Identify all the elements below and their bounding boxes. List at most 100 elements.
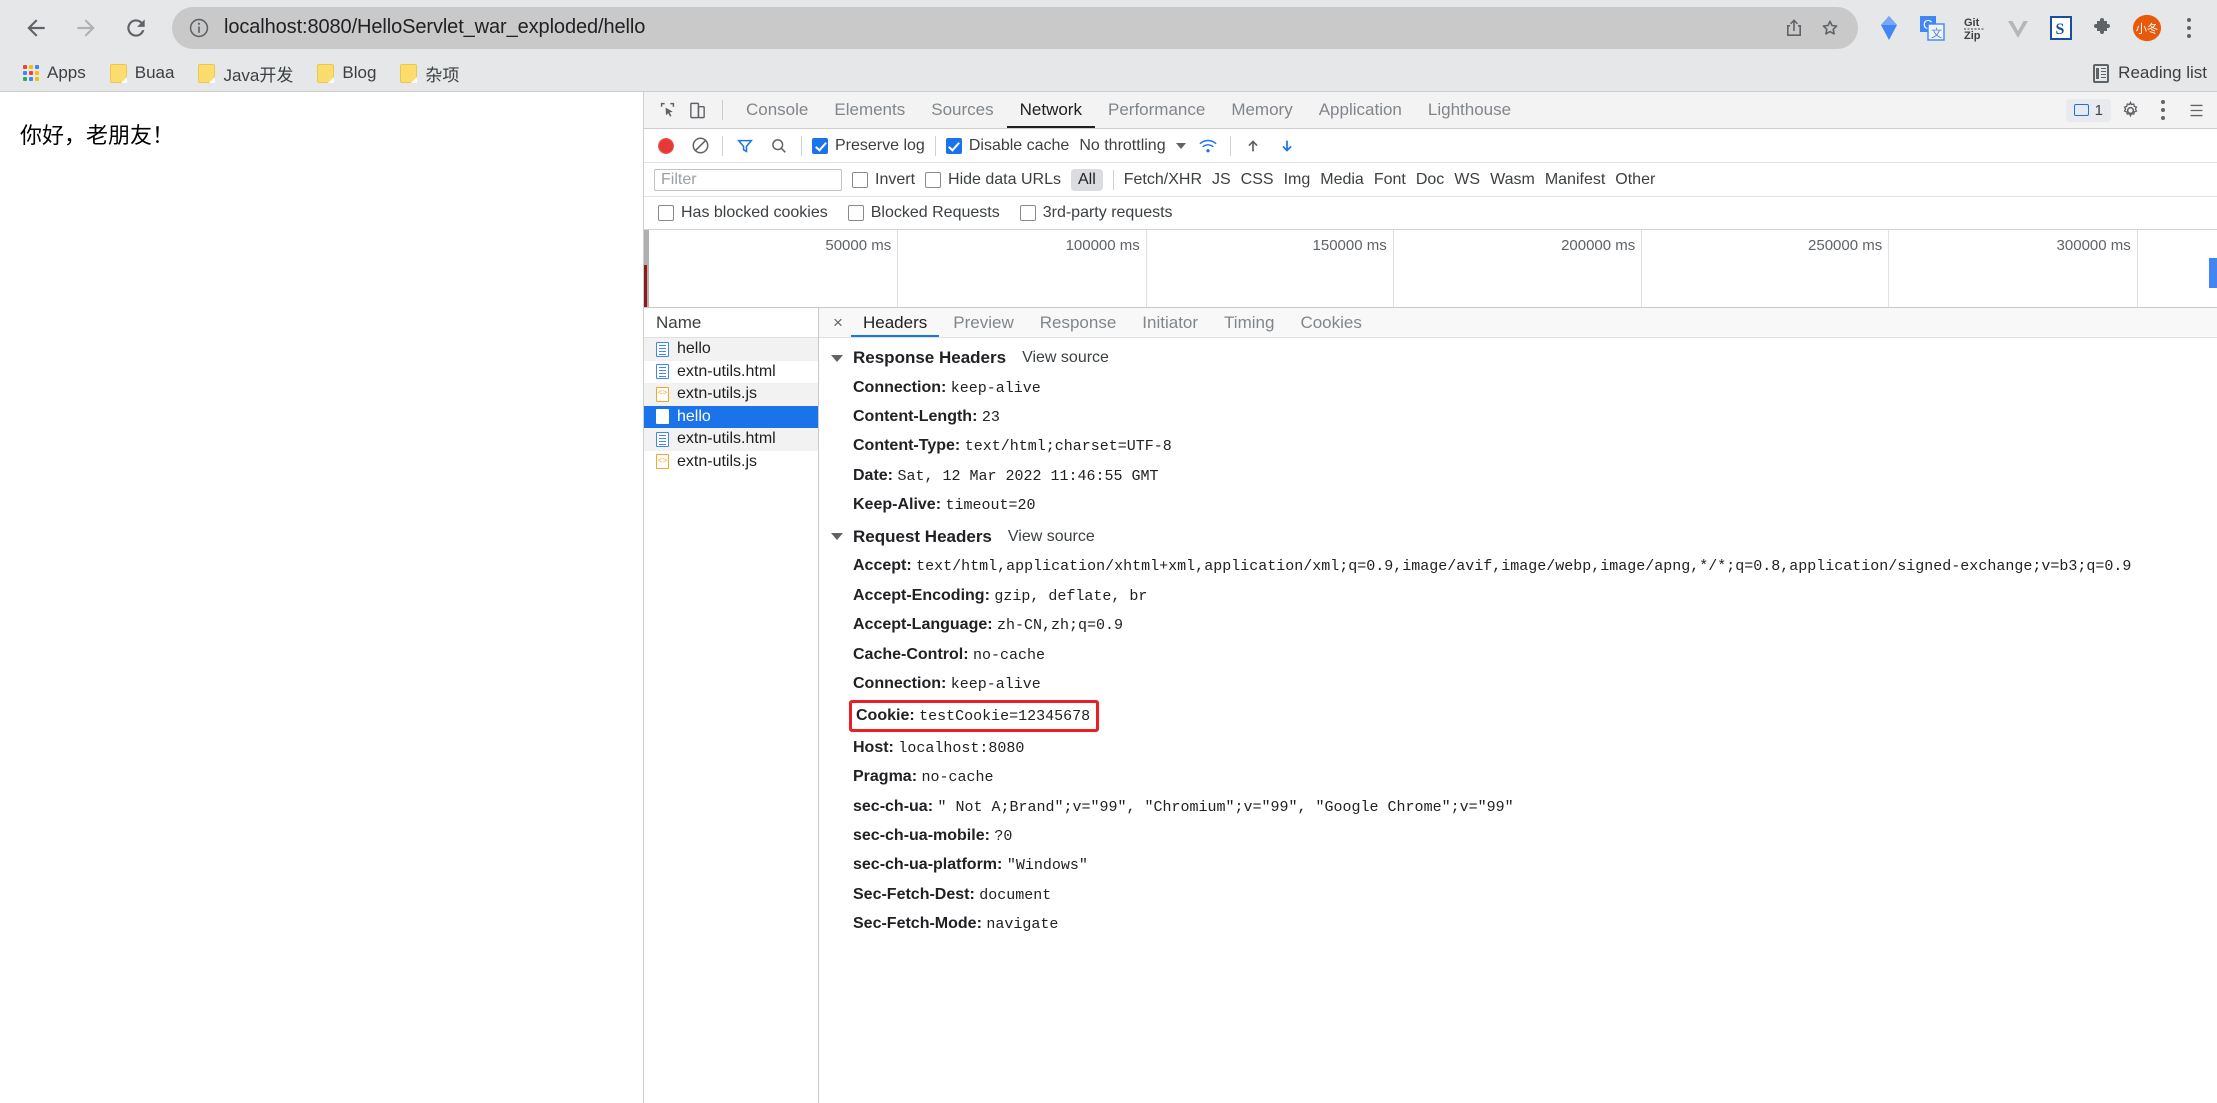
filter-type-ws[interactable]: WS (1454, 171, 1480, 189)
export-har-icon[interactable] (1275, 134, 1299, 158)
blocked-requests-label: Blocked Requests (870, 204, 1000, 221)
puzzle-extensions-icon[interactable] (2089, 13, 2119, 43)
bookmark-item-buaa[interactable]: Buaa (101, 60, 184, 86)
filter-type-media[interactable]: Media (1320, 171, 1364, 189)
table-row[interactable]: hello (644, 338, 818, 361)
hide-data-urls-checkbox[interactable]: Hide data URLs (925, 171, 1061, 189)
table-row-selected[interactable]: hello (644, 405, 818, 428)
third-party-requests-checkbox[interactable]: 3rd-party requests (1019, 204, 1173, 222)
tab-elements[interactable]: Elements (821, 92, 918, 128)
preserve-log-checkbox[interactable]: Preserve log (812, 137, 925, 155)
folder-icon (198, 63, 216, 83)
forward-button[interactable] (64, 6, 108, 50)
header-key: Keep-Alive: (853, 496, 942, 514)
blocked-requests-checkbox[interactable]: Blocked Requests (847, 204, 1000, 222)
share-icon[interactable] (1782, 16, 1806, 40)
request-headers-title[interactable]: Request Headers View source (819, 522, 2217, 552)
gem-extension-icon[interactable] (1874, 13, 1904, 43)
triangle-down-icon[interactable] (831, 533, 843, 541)
tab-lighthouse[interactable]: Lighthouse (1415, 92, 1524, 128)
header-key: sec-ch-ua: (853, 797, 934, 815)
filter-type-all[interactable]: All (1070, 168, 1103, 191)
inspect-element-icon[interactable] (652, 95, 682, 125)
filter-type-css[interactable]: CSS (1241, 171, 1274, 189)
devtools-tabbar: Console Elements Sources Network Perform… (644, 92, 2217, 129)
has-blocked-cookies-checkbox[interactable]: Has blocked cookies (658, 204, 828, 222)
close-icon[interactable]: × (827, 312, 849, 334)
profile-avatar[interactable]: 小冬 (2132, 13, 2162, 43)
table-row[interactable]: extn-utils.html (644, 361, 818, 384)
triangle-down-icon[interactable] (831, 354, 843, 362)
devtools-menu-icon[interactable] (2149, 93, 2177, 127)
overview-tick-label: 50000 ms (825, 237, 892, 254)
reload-button[interactable] (114, 6, 158, 50)
chevron-down-icon[interactable] (1175, 142, 1186, 149)
filter-input[interactable] (654, 168, 842, 191)
filter-type-doc[interactable]: Doc (1416, 171, 1444, 189)
network-conditions-icon[interactable] (1196, 134, 1220, 158)
checkbox-box (945, 137, 962, 154)
throttling-select[interactable]: No throttling (1079, 137, 1165, 155)
import-har-icon[interactable] (1241, 134, 1265, 158)
bookmark-item-blog[interactable]: Blog (308, 60, 385, 86)
svg-text:S: S (2056, 21, 2065, 38)
address-bar[interactable]: localhost:8080/HelloServlet_war_exploded… (172, 6, 1858, 49)
tab-preview[interactable]: Preview (941, 308, 1025, 337)
vue-devtools-extension-icon[interactable] (2003, 13, 2033, 43)
star-icon[interactable] (1818, 16, 1842, 40)
filter-icon[interactable] (733, 134, 757, 158)
clear-button[interactable] (688, 134, 712, 158)
filter-type-wasm[interactable]: Wasm (1490, 171, 1535, 189)
google-translate-extension-icon[interactable]: G文 (1917, 13, 1947, 43)
browser-menu-icon[interactable] (2175, 11, 2203, 45)
tab-memory[interactable]: Memory (1218, 92, 1305, 128)
request-name: extn-utils.html (677, 362, 776, 380)
gear-icon[interactable] (2115, 95, 2145, 125)
bookmark-item-misc[interactable]: 杂项 (391, 58, 468, 89)
has-blocked-cookies-label: Has blocked cookies (681, 204, 828, 221)
table-row[interactable]: <> extn-utils.js (644, 383, 818, 406)
bookmark-apps[interactable]: Apps (14, 60, 95, 86)
view-source-link[interactable]: View source (1008, 528, 1095, 546)
issues-badge[interactable]: 1 (2065, 98, 2111, 122)
gitzip-extension-icon[interactable]: Git Zip (1960, 13, 1990, 43)
table-row[interactable]: <> extn-utils.js (644, 451, 818, 474)
table-row[interactable]: extn-utils.html (644, 428, 818, 451)
network-overview-timeline[interactable]: 50000 ms 100000 ms 150000 ms 200000 ms 2… (644, 230, 2217, 308)
response-headers-title[interactable]: Response Headers View source (819, 343, 2217, 373)
tab-network[interactable]: Network (1007, 92, 1095, 128)
header-value: testCookie=12345678 (919, 707, 1091, 725)
reading-list-button[interactable]: Reading list (2093, 63, 2207, 83)
dock-side-icon[interactable] (2181, 95, 2211, 125)
disable-cache-checkbox[interactable]: Disable cache (945, 137, 1069, 155)
tab-console[interactable]: Console (733, 92, 821, 128)
view-source-link[interactable]: View source (1022, 349, 1109, 367)
tab-timing[interactable]: Timing (1212, 308, 1286, 337)
device-toolbar-icon[interactable] (682, 95, 712, 125)
back-button[interactable] (14, 6, 58, 50)
record-button[interactable] (654, 134, 678, 158)
filter-type-img[interactable]: Img (1284, 171, 1311, 189)
bookmark-item-java[interactable]: Java开发 (189, 58, 302, 89)
filter-type-font[interactable]: Font (1374, 171, 1406, 189)
tab-initiator[interactable]: Initiator (1130, 308, 1210, 337)
tab-headers[interactable]: Headers (851, 308, 939, 337)
filter-type-fetch-xhr[interactable]: Fetch/XHR (1124, 171, 1202, 189)
tab-sources[interactable]: Sources (918, 92, 1006, 128)
document-icon (656, 409, 669, 425)
issues-count: 1 (2094, 101, 2103, 119)
browser-window: localhost:8080/HelloServlet_war_exploded… (0, 0, 2217, 1103)
tab-response[interactable]: Response (1028, 308, 1129, 337)
filter-type-other[interactable]: Other (1615, 171, 1655, 189)
invert-checkbox[interactable]: Invert (852, 171, 915, 189)
filter-type-js[interactable]: JS (1212, 171, 1231, 189)
filter-type-manifest[interactable]: Manifest (1545, 171, 1605, 189)
info-circle-icon[interactable] (188, 17, 210, 39)
tab-cookies[interactable]: Cookies (1288, 308, 1373, 337)
tab-application[interactable]: Application (1306, 92, 1415, 128)
bookmark-label: Java开发 (223, 65, 294, 85)
request-list-header[interactable]: Name (644, 308, 818, 338)
tab-performance[interactable]: Performance (1095, 92, 1218, 128)
s-extension-icon[interactable]: S (2046, 13, 2076, 43)
search-icon[interactable] (767, 134, 791, 158)
